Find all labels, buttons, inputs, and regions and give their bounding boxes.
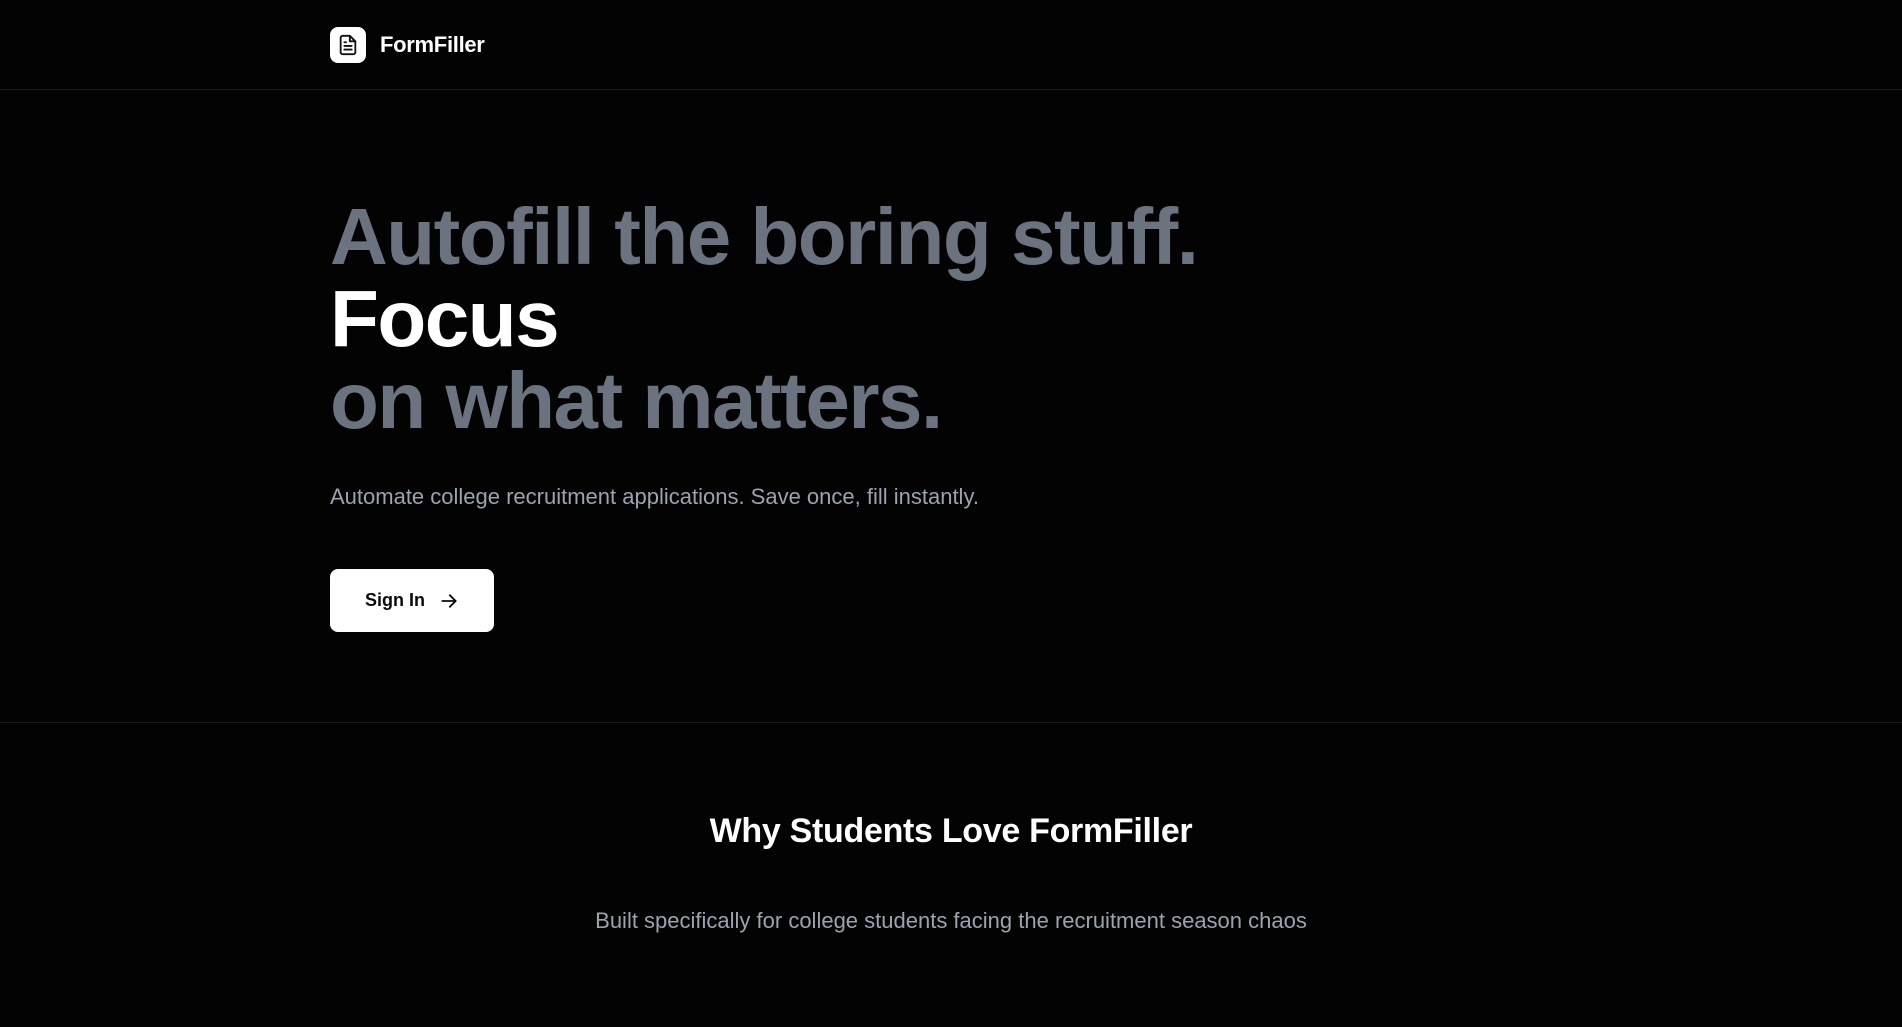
- headline-line-3: on what matters.: [330, 356, 943, 445]
- hero-section: Autofill the boring stuff. Focus on what…: [330, 196, 1630, 510]
- document-icon: [330, 27, 366, 63]
- brand-link[interactable]: FormFiller: [330, 27, 485, 63]
- features-title: Why Students Love FormFiller: [709, 812, 1193, 850]
- headline-line-2: Focus: [330, 274, 560, 363]
- hero-headline: Autofill the boring stuff. Focus on what…: [330, 196, 1630, 442]
- hero-subtitle: Automate college recruitment application…: [330, 484, 979, 509]
- features-subtitle: Built specifically for college students …: [595, 908, 1307, 933]
- arrow-right-icon: [439, 591, 459, 611]
- landing-page: FormFiller Autofill the boring stuff. Fo…: [0, 0, 1902, 1027]
- sign-in-label: Sign In: [365, 590, 425, 610]
- sign-in-button[interactable]: Sign In: [330, 569, 494, 632]
- brand-name: FormFiller: [380, 32, 485, 57]
- headline-line-1: Autofill the boring stuff.: [330, 192, 1199, 281]
- top-navbar: FormFiller: [0, 0, 1902, 90]
- section-divider: [0, 722, 1902, 723]
